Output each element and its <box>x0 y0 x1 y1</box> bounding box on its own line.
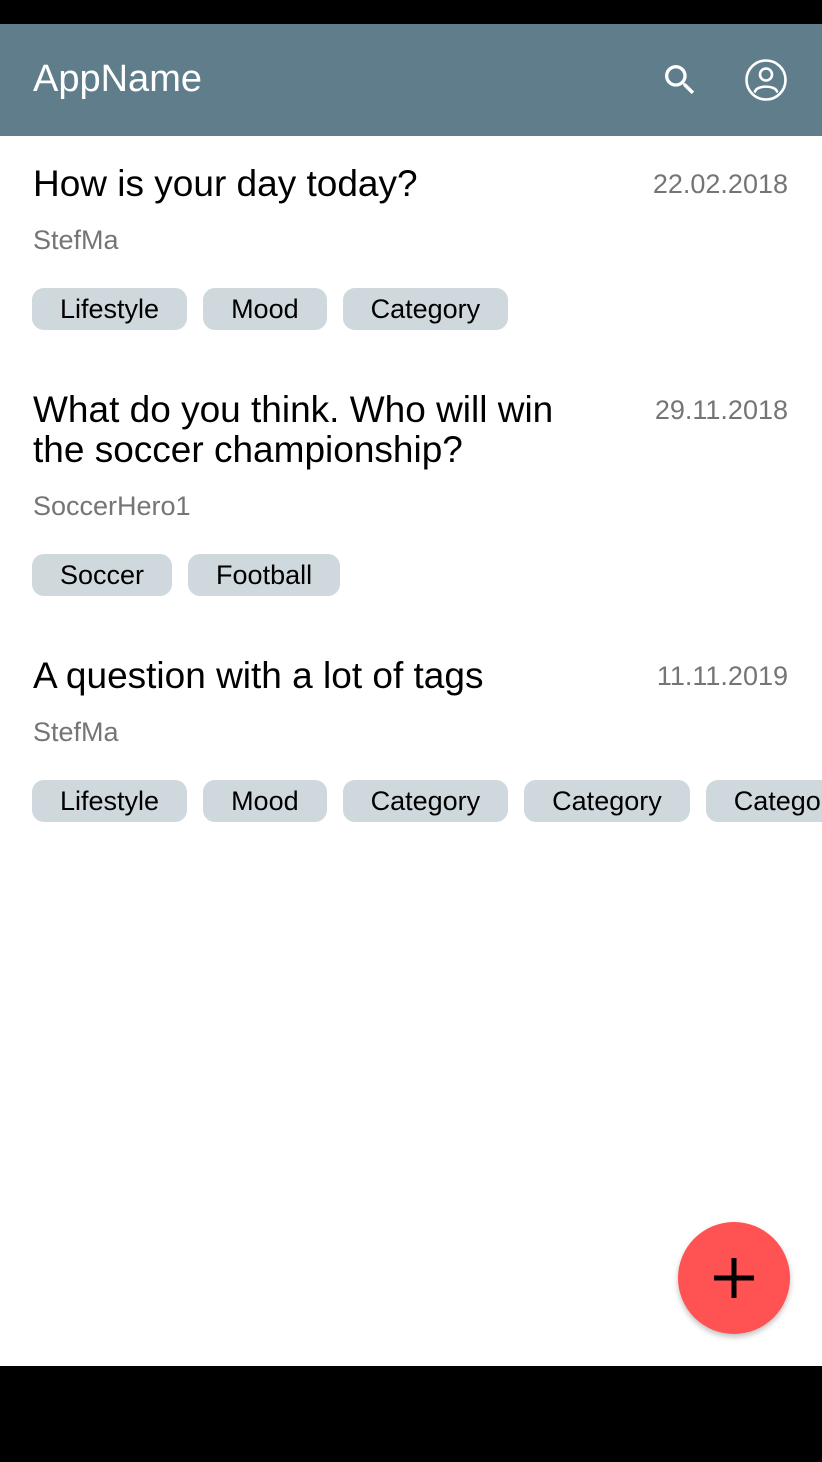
plus-icon <box>714 1258 754 1298</box>
tag-chip[interactable]: Soccer <box>32 554 173 596</box>
tag-chip[interactable]: Football <box>188 554 341 596</box>
tag-chip[interactable]: Category <box>705 780 822 822</box>
question-item[interactable]: A question with a lot of tags 11.11.2019… <box>0 628 822 854</box>
tag-list: Lifestyle Mood Category <box>32 288 509 330</box>
add-question-button[interactable] <box>678 1222 790 1334</box>
question-author: SoccerHero1 <box>33 491 191 521</box>
question-item[interactable]: What do you think. Who will win the socc… <box>0 362 822 628</box>
status-bar <box>0 0 822 24</box>
question-date: 11.11.2019 <box>656 661 788 691</box>
tag-list: Lifestyle Mood Category Category Categor… <box>32 780 822 822</box>
question-title: What do you think. Who will win the socc… <box>33 389 554 470</box>
question-date: 22.02.2018 <box>652 169 788 199</box>
account-circle-icon <box>745 59 787 101</box>
question-title: How is your day today? <box>33 163 418 204</box>
question-author: StefMa <box>33 225 119 255</box>
tag-chip[interactable]: Category <box>524 780 690 822</box>
app-title: AppName <box>33 58 202 100</box>
search-icon <box>665 65 695 95</box>
tag-chip[interactable]: Lifestyle <box>32 780 188 822</box>
question-date: 29.11.2018 <box>654 395 788 425</box>
tag-chip[interactable]: Lifestyle <box>32 288 188 330</box>
tag-chip[interactable]: Mood <box>203 780 327 822</box>
tag-chip[interactable]: Category <box>342 780 509 822</box>
question-author: StefMa <box>33 717 119 747</box>
search-button[interactable] <box>652 52 708 108</box>
question-item[interactable]: How is your day today? 22.02.2018 StefMa… <box>0 136 822 356</box>
tag-list: Soccer Football <box>32 554 341 596</box>
tag-chip[interactable]: Category <box>342 288 509 330</box>
question-list: How is your day today? 22.02.2018 StefMa… <box>0 136 822 1366</box>
account-button[interactable] <box>738 52 794 108</box>
question-title: A question with a lot of tags <box>33 655 484 696</box>
tag-chip[interactable]: Mood <box>203 288 327 330</box>
app-bar: AppName <box>0 24 822 136</box>
navigation-bar <box>0 1366 822 1462</box>
